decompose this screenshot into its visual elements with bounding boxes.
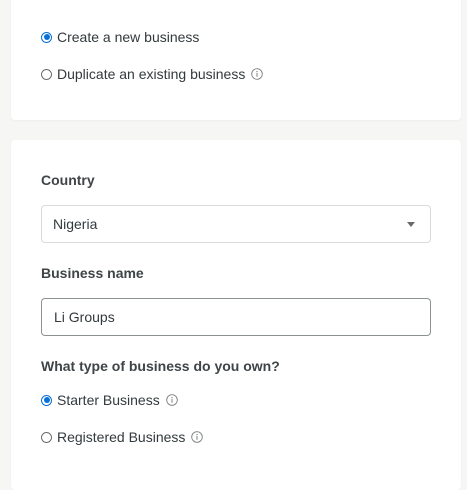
registered-business-label: Registered Business [57,429,186,445]
create-new-business-label: Create a new business [57,29,200,45]
country-select[interactable]: Nigeria [41,205,431,243]
info-icon[interactable] [251,68,264,80]
business-name-input[interactable] [41,298,431,336]
starter-business-label: Starter Business [57,392,160,408]
create-new-business-radio[interactable] [41,31,52,43]
duplicate-business-label: Duplicate an existing business [57,66,246,82]
create-new-business-option[interactable]: Create a new business [41,27,199,47]
country-label: Country [41,172,95,188]
registered-business-option[interactable]: Registered Business [41,427,204,447]
duplicate-business-option[interactable]: Duplicate an existing business [41,64,264,84]
registered-business-radio[interactable] [41,431,52,443]
info-icon[interactable] [165,394,178,406]
business-details-card: Country Nigeria Business name What type … [11,140,461,490]
chevron-down-icon [407,222,415,227]
info-icon[interactable] [191,431,204,443]
duplicate-business-radio[interactable] [41,68,52,80]
country-select-value: Nigeria [53,216,98,232]
business-type-question: What type of business do you own? [41,358,280,374]
business-mode-card: Create a new business Duplicate an exist… [11,0,461,120]
starter-business-radio[interactable] [41,394,52,406]
business-name-label: Business name [41,265,144,281]
starter-business-option[interactable]: Starter Business [41,390,178,410]
